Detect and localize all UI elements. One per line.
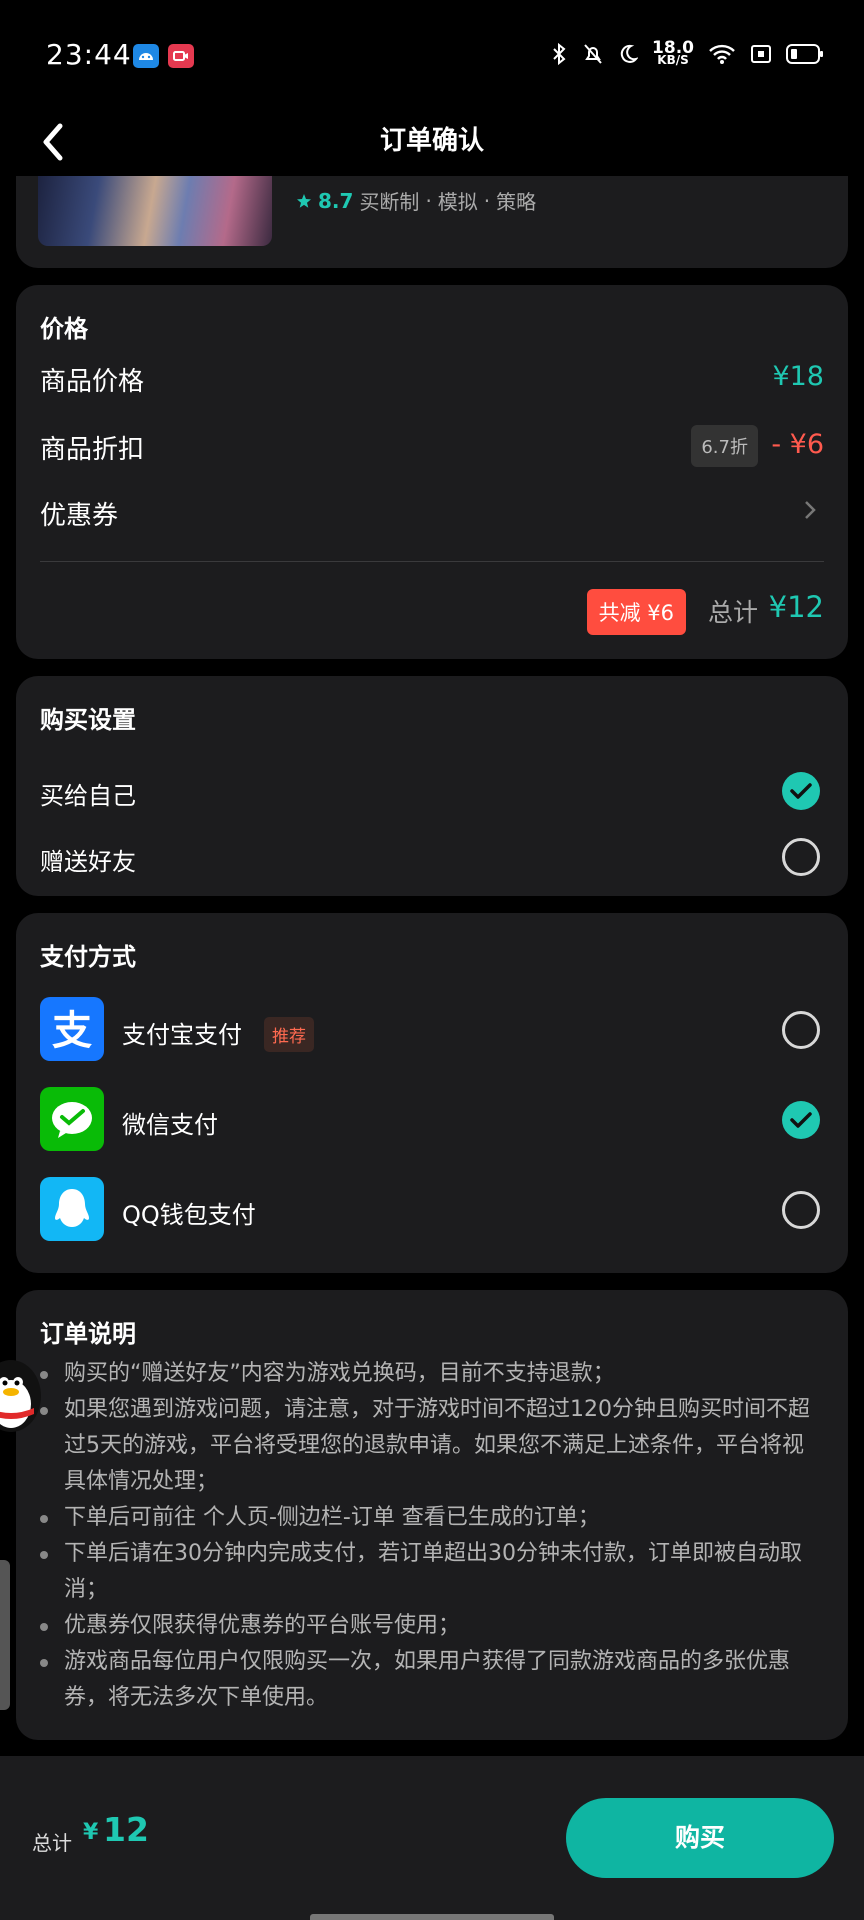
note-item: 下单后可前往 个人页-侧边栏-订单 查看已生成的订单；	[40, 1500, 824, 1536]
purchase-settings-card: 购买设置 买给自己 赠送好友	[16, 676, 848, 896]
page-title: 订单确认	[379, 126, 484, 156]
payment-method-qq[interactable]: QQ钱包支付	[16, 1173, 848, 1247]
bottom-total-label: 总计	[32, 1831, 72, 1855]
tag-separator: ·	[425, 188, 432, 213]
game-tag: 模拟	[437, 190, 478, 214]
saved-badge: 共减 ¥6	[586, 589, 686, 635]
qq-wallet-label: QQ钱包支付	[122, 1201, 256, 1229]
qq-penguin-float-icon[interactable]	[0, 1352, 46, 1438]
note-item: 优惠券仅限获得优惠券的平台账号使用；	[40, 1608, 824, 1644]
tag-separator: ·	[483, 188, 491, 213]
discount-label: 商品折扣	[40, 435, 145, 465]
game-tag: 策略	[496, 190, 537, 214]
alipay-icon: 支	[40, 997, 104, 1061]
game-score: 8.7	[318, 188, 354, 213]
radio-unchecked-icon[interactable]	[782, 1011, 820, 1049]
price-card: 价格 商品价格 ¥18 商品折扣 6.7折 - ¥6 优惠券 共减 ¥6 总计 …	[16, 285, 848, 659]
order-notes-card: 订单说明 购买的“赠送好友”内容为游戏兑换码，目前不支持退款； 如果您遇到游戏问…	[16, 1290, 848, 1740]
option-self[interactable]: 买给自己	[16, 764, 848, 820]
alipay-label: 支付宝支付	[122, 1021, 242, 1049]
android-icon	[133, 44, 159, 68]
payment-method-alipay[interactable]: 支 支付宝支付 推荐	[16, 993, 848, 1067]
recommend-badge: 推荐	[264, 1017, 314, 1052]
note-item: 下单后请在30分钟内完成支付，若订单超出30分钟未付款，订单即被自动取消；	[40, 1536, 824, 1608]
status-bar: 23:44 18.0 KB/S	[0, 0, 864, 110]
bottom-checkout-bar: 总计 ¥ 12 购买	[0, 1756, 864, 1920]
notes-title: 订单说明	[40, 1320, 136, 1348]
item-price-label: 商品价格	[40, 367, 145, 397]
note-item: 游戏商品每位用户仅限购买一次，如果用户获得了同款游戏商品的多张优惠券，将无法多次…	[40, 1644, 824, 1716]
wechat-pay-icon	[40, 1087, 104, 1151]
side-drawer-handle[interactable]	[0, 1560, 10, 1710]
svg-text:支: 支	[52, 1008, 92, 1054]
bluetooth-icon	[553, 42, 566, 66]
status-time: 23:44	[46, 38, 132, 71]
game-tag: 买断制	[359, 190, 420, 214]
qq-wallet-icon	[40, 1177, 104, 1241]
option-gift-label: 赠送好友	[40, 848, 136, 876]
net-speed: 18.0 KB/S	[652, 38, 694, 67]
buy-button[interactable]: 购买	[566, 1798, 834, 1878]
note-item: 购买的“赠送好友”内容为游戏兑换码，目前不支持退款；	[40, 1356, 824, 1392]
radio-checked-icon[interactable]	[782, 1101, 820, 1139]
total-value: ¥12	[768, 590, 824, 624]
radio-checked-icon[interactable]	[782, 772, 820, 810]
total-label: 总计	[707, 598, 758, 627]
payment-title: 支付方式	[40, 943, 136, 971]
item-price-value: ¥18	[772, 361, 824, 392]
game-card[interactable]: 8.7 买断制 · 模拟 · 策略	[16, 176, 848, 268]
radio-unchecked-icon[interactable]	[782, 1191, 820, 1229]
coupon-label: 优惠券	[40, 501, 119, 531]
game-meta: 8.7 买断制 · 模拟 · 策略	[296, 186, 536, 215]
wechat-label: 微信支付	[122, 1111, 218, 1139]
radio-unchecked-icon[interactable]	[782, 838, 820, 876]
payment-card: 支付方式 支 支付宝支付 推荐 微信支付 QQ钱包支付	[16, 913, 848, 1273]
chevron-right-icon	[805, 501, 816, 519]
notes-list: 购买的“赠送好友”内容为游戏兑换码，目前不支持退款； 如果您遇到游戏问题，请注意…	[40, 1356, 824, 1716]
bottom-currency: ¥	[83, 1820, 99, 1845]
wifi-icon	[709, 44, 735, 64]
bottom-total-value: 12	[103, 1810, 149, 1849]
divider	[40, 561, 824, 562]
price-title: 价格	[40, 315, 88, 343]
nav-bar: 订单确认	[0, 110, 864, 176]
discount-value: - ¥6	[771, 429, 824, 460]
option-self-label: 买给自己	[40, 782, 136, 810]
option-gift[interactable]: 赠送好友	[16, 830, 848, 886]
coupon-row[interactable]: 优惠券	[16, 481, 848, 541]
home-indicator[interactable]	[310, 1914, 554, 1920]
moon-icon	[620, 44, 639, 63]
discount-tag: 6.7折	[691, 425, 758, 467]
sim-icon	[751, 45, 771, 63]
game-cover-image	[38, 176, 272, 246]
bell-off-icon	[584, 44, 602, 64]
note-item: 如果您遇到游戏问题，请注意，对于游戏时间不超过120分钟且购买时间不超过5天的游…	[40, 1392, 824, 1500]
payment-method-wechat[interactable]: 微信支付	[16, 1083, 848, 1157]
video-record-icon	[168, 44, 194, 68]
star-icon	[297, 193, 311, 208]
battery-icon	[786, 44, 823, 64]
purchase-title: 购买设置	[40, 706, 136, 734]
